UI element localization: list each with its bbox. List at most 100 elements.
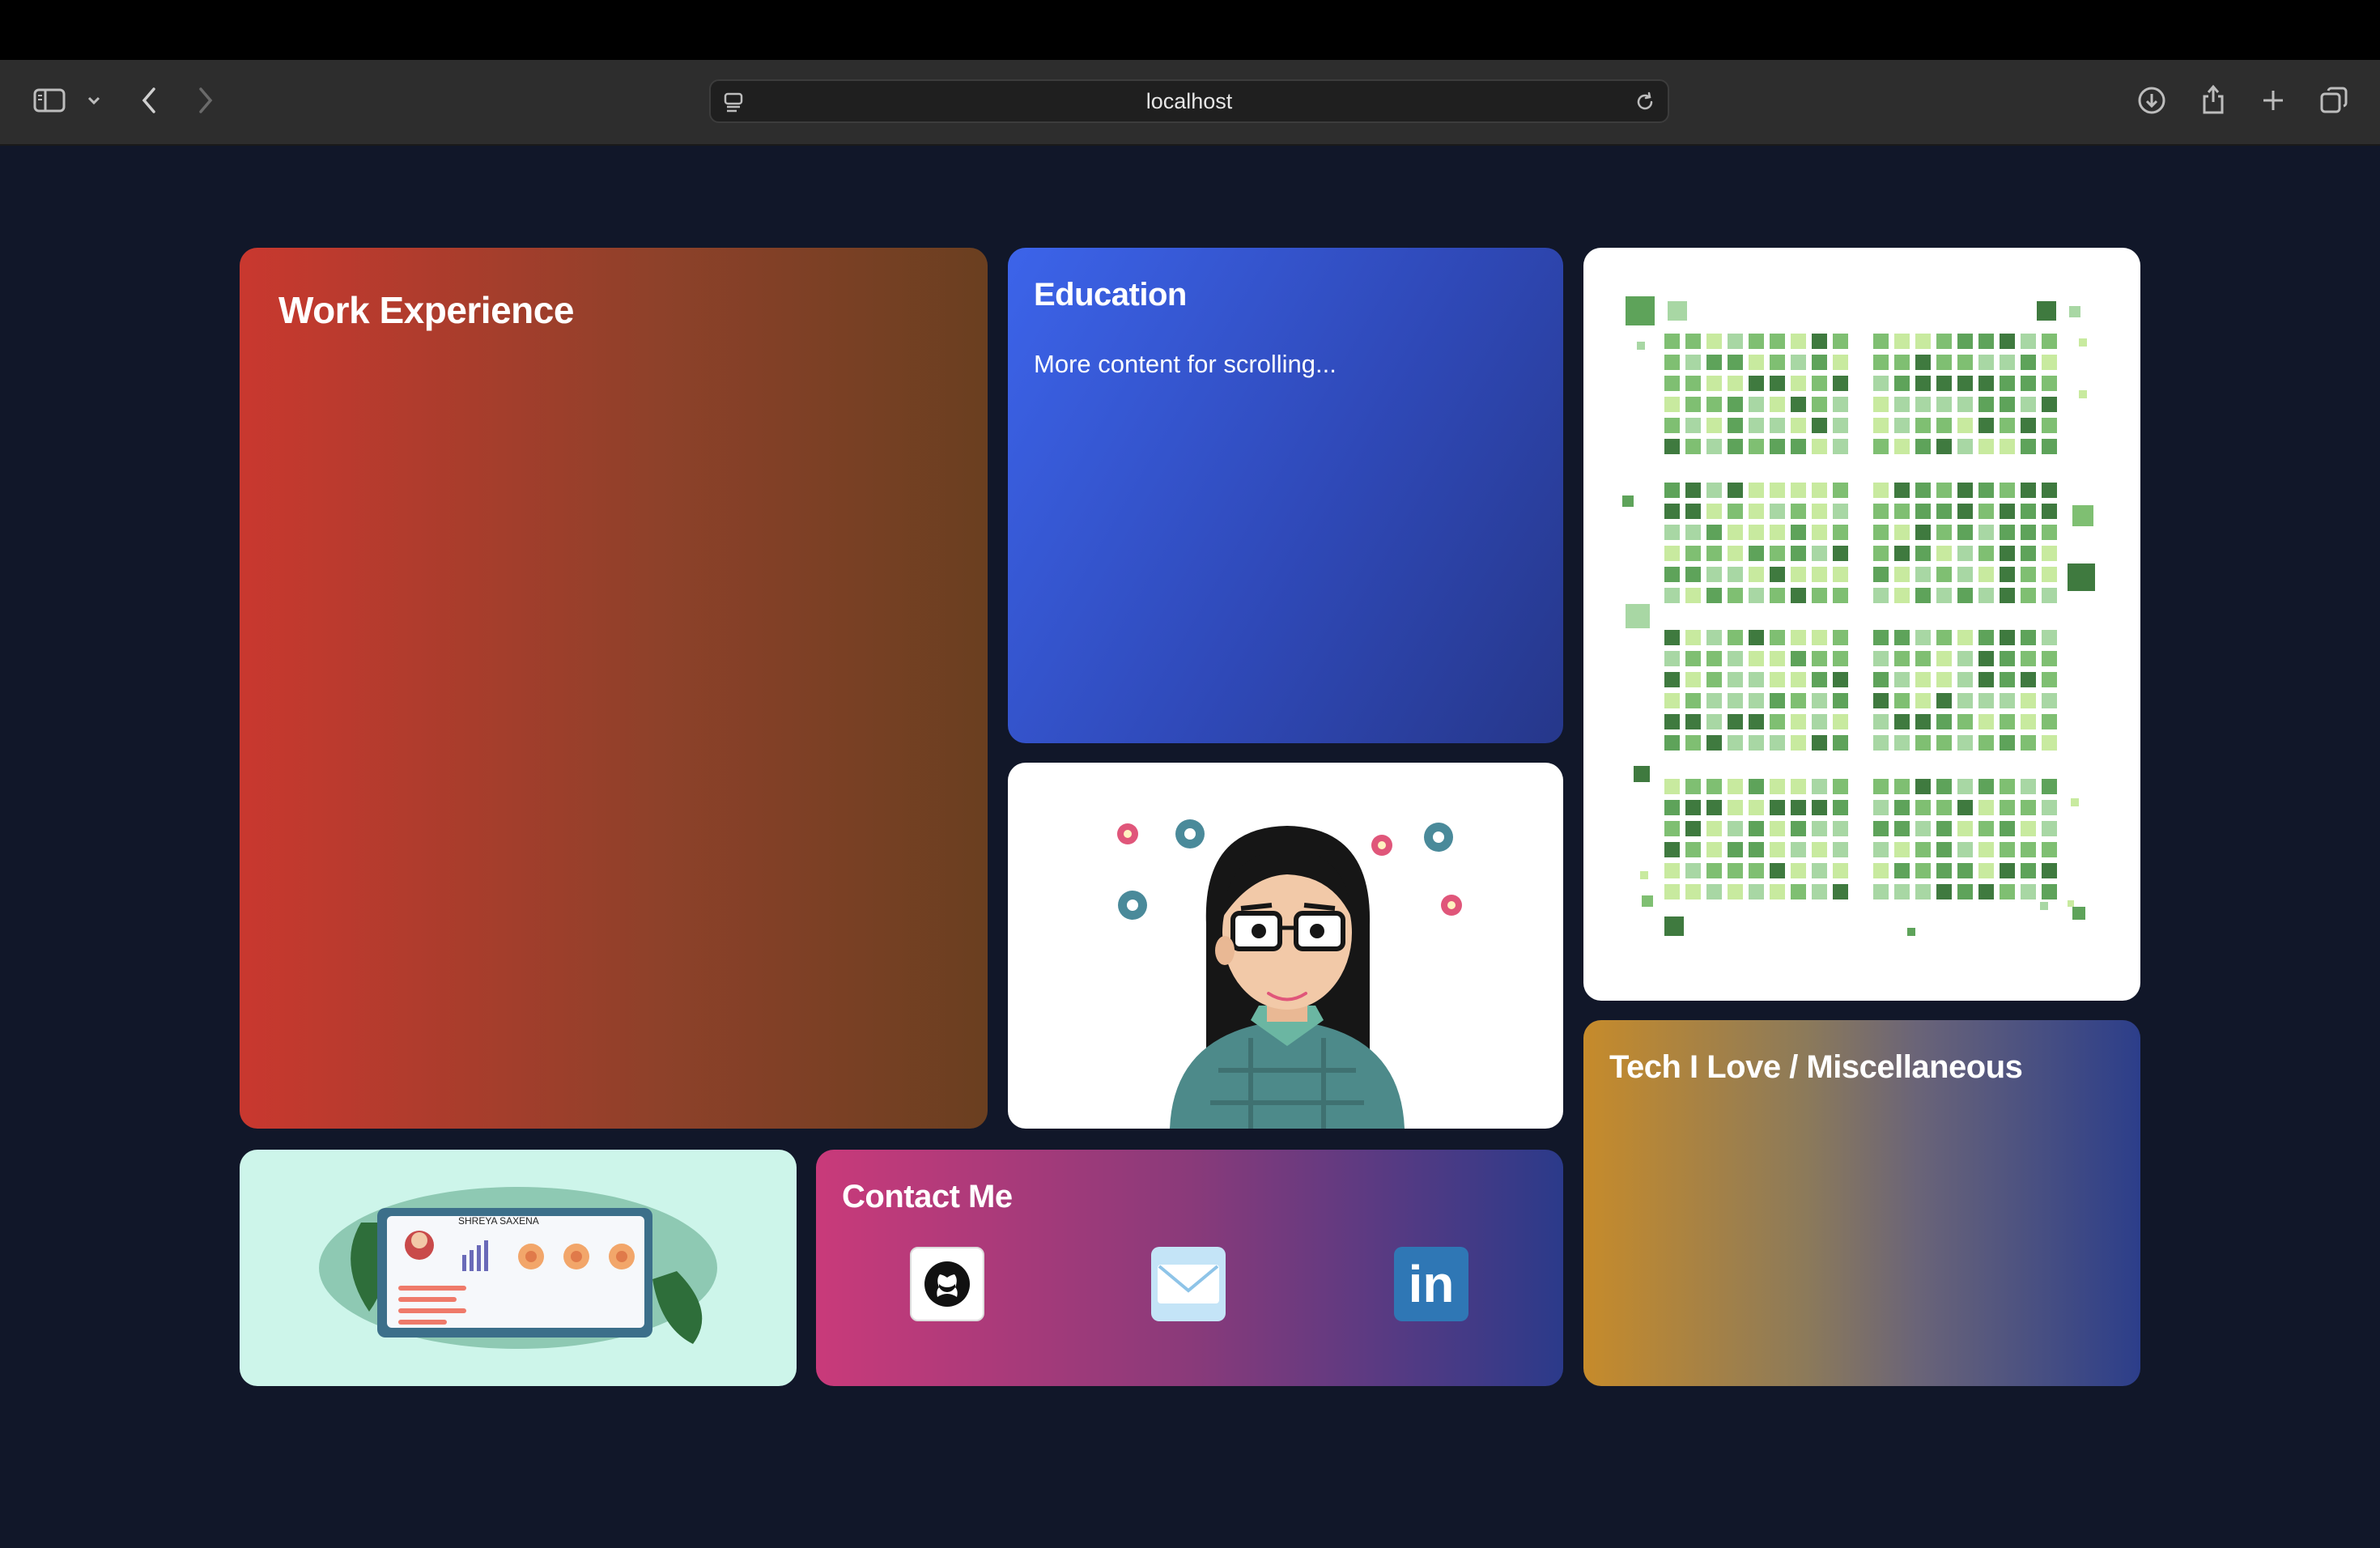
contribution-cell xyxy=(1685,800,1701,815)
contribution-cell xyxy=(1936,504,1952,519)
contribution-cell xyxy=(1685,672,1701,687)
contribution-cell xyxy=(1894,525,1910,540)
contribution-cell xyxy=(1812,439,1827,454)
contribution-cell xyxy=(1706,334,1722,349)
contribution-cell xyxy=(1770,483,1785,498)
browser-toolbar: localhost xyxy=(0,60,2380,146)
contribution-cell xyxy=(1873,483,1889,498)
contribution-cell xyxy=(1770,714,1785,729)
contribution-cell xyxy=(2021,546,2036,561)
tabs-overview-icon[interactable] xyxy=(2317,83,2351,118)
avatar-card xyxy=(1008,763,1563,1129)
contribution-cell xyxy=(1706,714,1722,729)
contribution-cell xyxy=(1957,714,1973,729)
contribution-cell xyxy=(1894,651,1910,666)
contribution-cell xyxy=(1791,504,1806,519)
tech-title: Tech I Love / Miscellaneous xyxy=(1609,1049,2023,1085)
contribution-cell xyxy=(1685,651,1701,666)
contribution-cell xyxy=(1833,630,1848,645)
contribution-cell xyxy=(1957,376,1973,391)
contribution-cell xyxy=(2021,714,2036,729)
contribution-cell xyxy=(1873,842,1889,857)
contribution-cell xyxy=(2021,504,2036,519)
contribution-cell xyxy=(1664,672,1680,687)
decor-square xyxy=(1637,342,1645,350)
contribution-cell xyxy=(1873,397,1889,412)
reload-icon[interactable] xyxy=(1632,89,1658,115)
contribution-cell xyxy=(1812,504,1827,519)
contribution-cell xyxy=(1978,800,1994,815)
contribution-cell xyxy=(1894,504,1910,519)
contribution-cell xyxy=(1915,735,1931,751)
contribution-cell xyxy=(1957,483,1973,498)
contribution-cell xyxy=(1749,800,1764,815)
contribution-cell xyxy=(1873,863,1889,878)
contribution-cell xyxy=(2000,376,2015,391)
download-icon[interactable] xyxy=(2136,83,2168,118)
contact-card: Contact Me in xyxy=(816,1150,1563,1386)
forward-icon[interactable] xyxy=(191,84,220,117)
contribution-cell xyxy=(1685,735,1701,751)
contribution-cell xyxy=(1833,376,1848,391)
contribution-cell xyxy=(1936,651,1952,666)
contribution-cell xyxy=(1894,355,1910,370)
back-icon[interactable] xyxy=(134,84,164,117)
contribution-cell xyxy=(1812,884,1827,899)
contribution-cell xyxy=(1749,439,1764,454)
contribution-cell xyxy=(1936,334,1952,349)
sidebar-icon[interactable] xyxy=(31,84,68,117)
contribution-cell xyxy=(1685,525,1701,540)
contribution-cell xyxy=(2042,884,2057,899)
contribution-cell xyxy=(2042,800,2057,815)
contribution-cell xyxy=(1728,504,1743,519)
new-tab-icon[interactable] xyxy=(2257,84,2289,117)
contribution-cell xyxy=(1957,863,1973,878)
contribution-cell xyxy=(1791,714,1806,729)
contribution-cell xyxy=(1894,714,1910,729)
linkedin-link[interactable]: in xyxy=(1394,1247,1468,1321)
contribution-cell xyxy=(1812,397,1827,412)
contribution-cell xyxy=(1770,842,1785,857)
contribution-cell xyxy=(1936,779,1952,794)
contribution-cell xyxy=(1957,693,1973,708)
contribution-cell xyxy=(1833,504,1848,519)
contribution-cell xyxy=(1936,672,1952,687)
contribution-cell xyxy=(1728,714,1743,729)
contribution-cell xyxy=(1978,863,1994,878)
contribution-cell xyxy=(1770,779,1785,794)
contribution-cell xyxy=(1664,800,1680,815)
contribution-cell xyxy=(1833,651,1848,666)
tech-card[interactable]: Tech I Love / Miscellaneous xyxy=(1583,1020,2140,1386)
share-icon[interactable] xyxy=(2197,79,2229,118)
contribution-cell xyxy=(1873,821,1889,836)
contribution-cell xyxy=(1749,863,1764,878)
contribution-cell xyxy=(1749,693,1764,708)
contribution-cell xyxy=(1685,630,1701,645)
contribution-cell xyxy=(1770,504,1785,519)
contribution-cell xyxy=(1894,863,1910,878)
contribution-cell xyxy=(1685,355,1701,370)
chevron-down-icon[interactable] xyxy=(84,89,104,112)
work-experience-card[interactable]: Work Experience xyxy=(240,248,988,1129)
contribution-cell xyxy=(2021,588,2036,603)
contribution-cell xyxy=(1749,376,1764,391)
contribution-cell xyxy=(1749,525,1764,540)
contribution-cell xyxy=(1749,483,1764,498)
contribution-cell xyxy=(1770,376,1785,391)
contribution-cell xyxy=(2000,504,2015,519)
address-bar[interactable]: localhost xyxy=(709,79,1669,123)
contribution-cell xyxy=(1915,334,1931,349)
education-card[interactable]: Education More content for scrolling... xyxy=(1008,248,1563,743)
contribution-cell xyxy=(1664,439,1680,454)
contribution-cell xyxy=(1915,546,1931,561)
contribution-cell xyxy=(1706,567,1722,582)
contribution-cell xyxy=(1978,714,1994,729)
email-link[interactable] xyxy=(1151,1247,1226,1321)
contribution-cell xyxy=(1706,588,1722,603)
contribution-cell xyxy=(1957,779,1973,794)
contribution-cell xyxy=(1833,588,1848,603)
contribution-cell xyxy=(1978,735,1994,751)
address-text[interactable]: localhost xyxy=(711,81,1668,121)
github-link[interactable] xyxy=(910,1247,984,1321)
contribution-cell xyxy=(1685,714,1701,729)
